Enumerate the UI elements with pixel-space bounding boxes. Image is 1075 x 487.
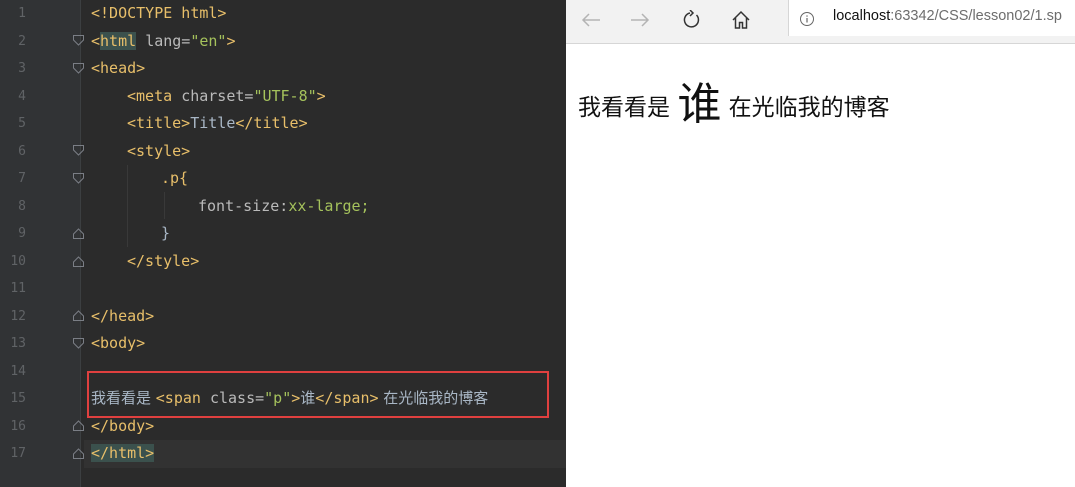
line-number: 3 (18, 61, 26, 76)
code-line-7[interactable]: .p{ (161, 165, 188, 193)
tag-bracket: > (226, 31, 236, 50)
line-number: 13 (10, 336, 26, 351)
code-line-5[interactable]: <title>Title</title> (127, 110, 308, 138)
fold-end-icon[interactable] (73, 256, 84, 267)
fold-end-icon[interactable] (73, 228, 84, 239)
url-path: :63342/CSS/lesson02/1.sp (890, 8, 1062, 24)
line-number: 8 (18, 198, 26, 214)
doctype-tag: <!DOCTYPE html> (91, 4, 227, 22)
title-open-tag: <title> (127, 114, 191, 132)
css-value: xx-large; (288, 196, 370, 215)
url-text[interactable]: localhost:63342/CSS/lesson02/1.sp (833, 8, 1062, 24)
browser-toolbar: localhost:63342/CSS/lesson02/1.sp (566, 0, 1075, 44)
address-bar[interactable]: localhost:63342/CSS/lesson02/1.sp (788, 0, 1075, 36)
code-line-1[interactable]: <!DOCTYPE html> (91, 0, 226, 28)
line-number: 16 (10, 418, 26, 434)
body-close-tag: </body> (91, 416, 155, 435)
css-property: font-size: (198, 196, 289, 215)
style-open-tag: <style> (127, 141, 191, 160)
arrow-left-icon (581, 13, 600, 27)
home-icon (732, 10, 750, 29)
annotation-highlight-box (87, 371, 549, 418)
back-button[interactable] (576, 6, 606, 34)
fold-open-icon[interactable] (73, 173, 84, 184)
code-line-8[interactable]: font-size:xx-large; (198, 193, 370, 221)
line-number: 17 (10, 446, 26, 461)
line-number: 2 (18, 33, 26, 49)
fold-end-icon[interactable] (73, 420, 84, 431)
url-host: localhost (833, 8, 891, 24)
attribute-value: "en" (190, 31, 227, 50)
info-icon[interactable] (799, 11, 815, 31)
code-line-12[interactable]: </head> (91, 303, 154, 331)
html-close-tag: </html> (91, 444, 155, 462)
fold-open-icon[interactable] (73, 63, 84, 74)
fold-open-icon[interactable] (73, 35, 84, 46)
code-line-4[interactable]: <meta charset="UTF-8"> (127, 83, 326, 111)
line-number: 6 (18, 143, 26, 159)
meta-tag: <meta (127, 86, 182, 105)
line-number: 11 (10, 281, 26, 296)
tag-bracket: > (316, 86, 326, 105)
tag-name-matched: html (100, 31, 137, 50)
browser-window: localhost:63342/CSS/lesson02/1.sp 我看看是 谁… (566, 0, 1075, 487)
editor-gutter: 1 2 3 4 5 6 7 8 9 10 11 12 13 14 15 16 1… (0, 0, 84, 487)
line-number: 7 (18, 171, 26, 186)
line-number: 1 (18, 6, 26, 21)
head-close-tag: </head> (91, 306, 155, 325)
code-line-17-current[interactable]: </html> (84, 440, 566, 468)
title-text: Title (190, 114, 236, 132)
home-button[interactable] (726, 6, 756, 34)
arrow-right-icon (631, 13, 650, 27)
code-editor[interactable]: 1 2 3 4 5 6 7 8 9 10 11 12 13 14 15 16 1… (0, 0, 566, 487)
css-selector: .p{ (161, 169, 189, 187)
fold-open-icon[interactable] (73, 145, 84, 156)
line-number: 12 (10, 308, 26, 324)
refresh-button[interactable] (676, 6, 706, 34)
code-line-2[interactable]: <html lang="en"> (91, 28, 236, 56)
code-line-13[interactable]: <body> (91, 330, 145, 358)
fold-end-icon[interactable] (73, 310, 84, 321)
rendered-span-xx-large: 谁 (677, 79, 722, 130)
refresh-icon (683, 10, 700, 28)
code-line-6[interactable]: <style> (127, 138, 190, 166)
indent-guide (164, 192, 165, 219)
rendered-text-after: 在光临我的博客 (721, 95, 890, 121)
body-open-tag: <body> (91, 334, 146, 352)
code-line-10[interactable]: </style> (127, 248, 199, 276)
forward-button[interactable] (625, 6, 655, 34)
indent-guide (127, 165, 128, 247)
style-close-tag: </style> (127, 251, 200, 270)
line-number: 10 (10, 253, 26, 269)
fold-end-icon[interactable] (73, 448, 84, 459)
line-number: 14 (10, 363, 26, 379)
rendered-text-before: 我看看是 (578, 95, 678, 121)
line-number: 9 (18, 226, 26, 241)
title-close-tag: </title> (235, 114, 308, 132)
code-line-9[interactable]: } (161, 220, 170, 248)
head-open-tag: <head> (91, 59, 146, 77)
tag-bracket: < (91, 31, 101, 50)
attribute-name: lang= (145, 31, 191, 50)
rendered-paragraph: 我看看是 谁 在光临我的博客 (578, 68, 890, 132)
fold-open-icon[interactable] (73, 338, 84, 349)
attribute-value: "UTF-8" (253, 86, 317, 105)
line-number: 4 (18, 88, 26, 104)
css-close-brace: } (161, 224, 171, 242)
code-line-3[interactable]: <head> (91, 55, 145, 83)
attribute-name: charset= (181, 86, 254, 105)
line-number: 5 (18, 116, 26, 131)
line-number: 15 (10, 391, 26, 406)
